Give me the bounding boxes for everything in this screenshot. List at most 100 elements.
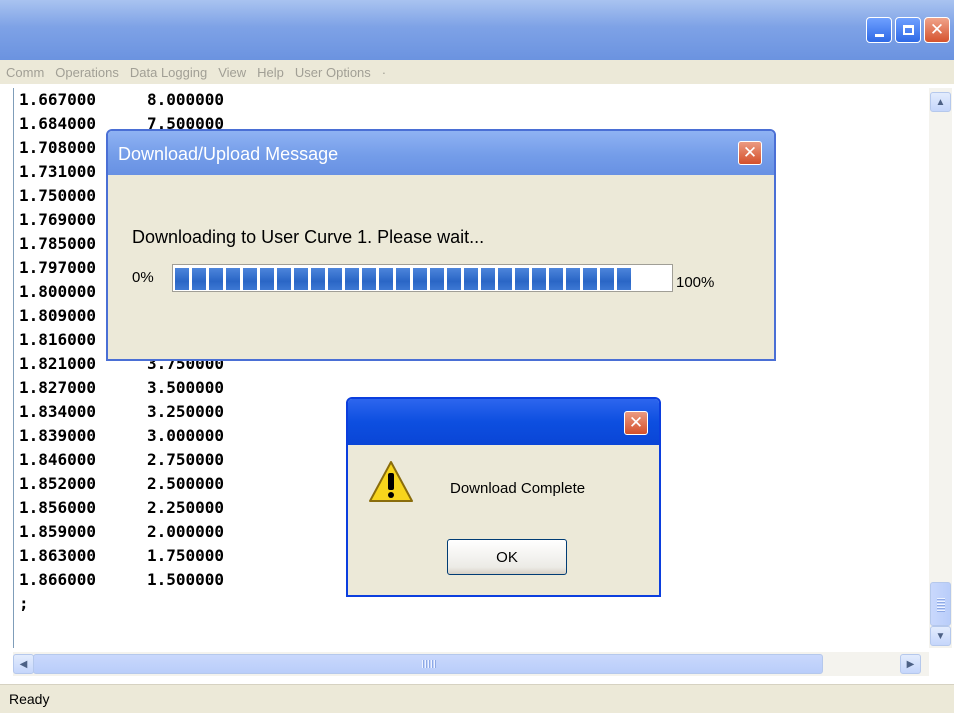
progress-block [481, 268, 495, 290]
dialog-close-button[interactable]: ✕ [738, 141, 762, 165]
data-row: 1.667000 8.000000 [19, 90, 224, 110]
progress-block [464, 268, 478, 290]
data-cell-y: 2.250000 [147, 498, 225, 517]
menu-bar: Comm Operations Data Logging View Help U… [0, 60, 954, 84]
ok-button[interactable]: OK [447, 539, 567, 575]
progress-block [328, 268, 342, 290]
arrow-up-icon: ▲ [935, 96, 946, 108]
progress-max-label: 100% [676, 274, 715, 291]
progress-block [447, 268, 461, 290]
data-cell-x: 1.667000 [19, 90, 97, 109]
data-cell-x: 1.866000 [19, 570, 97, 589]
progress-block [226, 268, 240, 290]
data-cell-x: 1.846000 [19, 450, 97, 469]
minimize-button[interactable] [866, 17, 892, 43]
menu-operations[interactable]: Operations [55, 65, 119, 80]
data-cell-x: 1.859000 [19, 522, 97, 541]
dialog-title-bar[interactable]: ✕ [348, 399, 659, 445]
data-cell-x: 1.839000 [19, 426, 97, 445]
progress-block [566, 268, 580, 290]
status-text: Ready [9, 691, 50, 707]
progress-block [362, 268, 376, 290]
menu-view[interactable]: View [218, 65, 246, 80]
progress-block [175, 268, 189, 290]
data-cell-y: 2.000000 [147, 522, 225, 541]
data-cell-y: 2.500000 [147, 474, 225, 493]
download-complete-dialog: ✕ Download Complete OK [346, 397, 661, 597]
data-cell-x: ; [19, 594, 29, 613]
progress-block [192, 268, 206, 290]
data-row: ; [19, 594, 147, 614]
complete-message: Download Complete [450, 480, 586, 497]
progress-block [600, 268, 614, 290]
warning-icon [369, 461, 413, 502]
progress-fill [175, 268, 631, 290]
status-bar: Ready [0, 684, 954, 713]
scroll-right-button[interactable]: ▶ [900, 654, 921, 674]
download-upload-dialog: Download/Upload Message ✕ Downloading to… [106, 129, 776, 361]
scroll-up-button[interactable]: ▲ [930, 92, 951, 112]
progress-block [515, 268, 529, 290]
progress-block [379, 268, 393, 290]
data-row: 1.863000 1.750000 [19, 546, 224, 566]
download-message: Downloading to User Curve 1. Please wait… [132, 227, 485, 247]
arrow-left-icon: ◀ [19, 658, 28, 670]
progress-block [209, 268, 223, 290]
data-row: 1.852000 2.500000 [19, 474, 224, 494]
menu-overflow-indicator: · [381, 64, 387, 80]
progress-bar [172, 264, 673, 292]
close-icon: ✕ [628, 412, 644, 433]
progress-block [430, 268, 444, 290]
arrow-right-icon: ▶ [906, 658, 915, 670]
data-cell-y: 8.000000 [147, 90, 225, 109]
main-title-bar[interactable]: ✕ [0, 0, 954, 60]
data-cell-y: 2.750000 [147, 450, 225, 469]
data-row: 1.827000 3.500000 [19, 378, 224, 398]
data-cell-x: 1.834000 [19, 402, 97, 421]
menu-help[interactable]: Help [257, 65, 284, 80]
data-cell-x: 1.827000 [19, 378, 97, 397]
progress-block [413, 268, 427, 290]
progress-block [532, 268, 546, 290]
close-button[interactable]: ✕ [924, 17, 950, 43]
progress-block [396, 268, 410, 290]
menu-data-logging[interactable]: Data Logging [130, 65, 207, 80]
progress-block [311, 268, 325, 290]
progress-block [583, 268, 597, 290]
menu-user-options[interactable]: User Options [295, 65, 371, 80]
horizontal-scroll-thumb[interactable] [33, 654, 823, 674]
data-cell-y: 1.500000 [147, 570, 225, 589]
grip-icon [937, 598, 945, 612]
maximize-button[interactable] [895, 17, 921, 43]
data-cell-x: 1.863000 [19, 546, 97, 565]
progress-block [617, 268, 631, 290]
window-controls: ✕ [866, 17, 950, 43]
menu-comm[interactable]: Comm [6, 65, 44, 80]
grip-icon [422, 660, 436, 668]
dialog-close-button[interactable]: ✕ [624, 411, 648, 435]
progress-block [549, 268, 563, 290]
data-row: 1.839000 3.000000 [19, 426, 224, 446]
progress-block [294, 268, 308, 290]
data-cell-y: 3.500000 [147, 378, 225, 397]
progress-block [260, 268, 274, 290]
progress-block [498, 268, 512, 290]
data-row: 1.856000 2.250000 [19, 498, 224, 518]
maximize-icon [902, 25, 914, 35]
data-row: 1.846000 2.750000 [19, 450, 224, 470]
data-cell-y: 3.000000 [147, 426, 225, 445]
data-cell-x: 1.856000 [19, 498, 97, 517]
scroll-down-button[interactable]: ▼ [930, 626, 951, 646]
dialog-title: Download/Upload Message [118, 144, 339, 164]
data-cell-x: 1.852000 [19, 474, 97, 493]
scroll-left-button[interactable]: ◀ [13, 654, 34, 674]
horizontal-scrollbar[interactable]: ◀ ▶ [13, 652, 929, 676]
minimize-icon [874, 33, 884, 37]
progress-block [277, 268, 291, 290]
progress-min-label: 0% [132, 269, 154, 286]
data-row: 1.866000 1.500000 [19, 570, 224, 590]
data-cell-y: 3.250000 [147, 402, 225, 421]
vertical-scrollbar[interactable]: ▲ ▼ [929, 88, 952, 648]
vertical-scroll-thumb[interactable] [930, 582, 951, 626]
dialog-title-bar[interactable]: Download/Upload Message ✕ [108, 131, 774, 175]
